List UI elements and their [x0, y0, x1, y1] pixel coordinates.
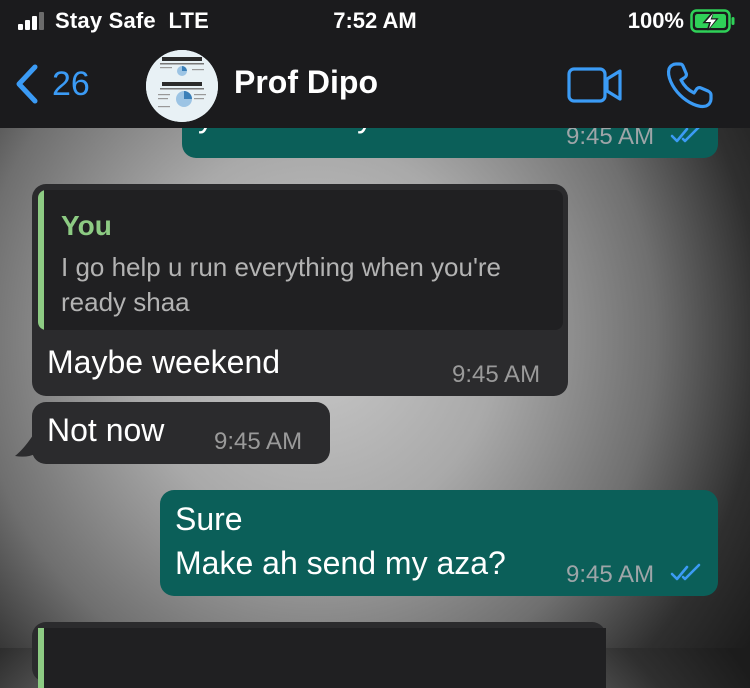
status-bar: Stay Safe LTE 7:52 AM 100% [0, 0, 750, 42]
message-time: 9:45 AM [452, 361, 541, 388]
message-text-line-1: Sure [175, 501, 243, 537]
message-bubble-outgoing[interactable]: Sure Make ah send my aza? 9:45 AM [160, 490, 718, 596]
message-text-line-2: Make ah send my aza? [175, 545, 506, 581]
message-bubble-incoming[interactable]: Not now 9:45 AM [32, 402, 330, 464]
contact-name[interactable]: Prof Dipo [234, 64, 378, 101]
avatar[interactable] [146, 50, 218, 122]
chevron-left-icon [16, 64, 38, 104]
unread-count: 26 [52, 64, 90, 103]
message-bubble-incoming[interactable]: You I go help u run everything when you'… [32, 184, 568, 396]
message-time: 9:45 AM [566, 561, 655, 588]
profile-picture [146, 50, 218, 122]
message-bubble-incoming[interactable] [32, 622, 606, 688]
message-time: 9:45 AM [214, 428, 303, 455]
video-call-icon[interactable] [567, 66, 623, 104]
phone-call-icon[interactable] [664, 60, 714, 110]
quote-text: I go help u run everything when you're r… [61, 252, 502, 317]
back-button[interactable]: 26 [14, 62, 114, 106]
quoted-reply[interactable]: You I go help u run everything when you'… [38, 190, 563, 330]
quote-author: You [61, 210, 112, 241]
chat-header: Stay Safe LTE 7:52 AM 100% 26 Prof Dipo [0, 0, 750, 128]
quote-accent-bar [38, 190, 44, 330]
battery-percentage: 100% [627, 8, 684, 33]
message-text: Maybe weekend [47, 344, 281, 380]
quoted-reply [44, 628, 606, 688]
read-receipt-icon [670, 563, 701, 581]
battery-charging-icon [690, 9, 735, 33]
navigation-bar: 26 Prof Dipo [0, 44, 750, 128]
message-text: Not now [47, 412, 165, 448]
